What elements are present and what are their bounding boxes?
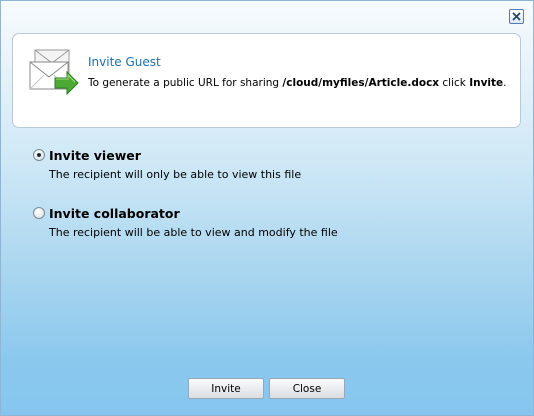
collaborator-radio[interactable] [33, 207, 45, 219]
viewer-title: Invite viewer [49, 148, 141, 163]
viewer-radio[interactable] [33, 149, 45, 161]
dialog-description: To generate a public URL for sharing /cl… [88, 77, 507, 89]
desc-suffix: . [503, 77, 507, 89]
close-x-glyph [512, 12, 521, 21]
close-button[interactable]: Close [269, 378, 345, 399]
collaborator-title: Invite collaborator [49, 206, 180, 221]
viewer-description: The recipient will only be able to view … [49, 168, 302, 181]
file-path: /cloud/myfiles/Article.docx [282, 77, 440, 89]
envelope-forward-icon [29, 49, 79, 96]
desc-middle: click [439, 77, 470, 89]
desc-prefix: To generate a public URL for sharing [88, 77, 283, 89]
close-icon[interactable] [509, 9, 524, 24]
desc-action: Invite [469, 77, 504, 89]
invite-guest-dialog: Invite Guest To generate a public URL fo… [0, 0, 534, 416]
dialog-title: Invite Guest [88, 55, 161, 69]
collaborator-description: The recipient will be able to view and m… [49, 226, 338, 239]
header-panel: Invite Guest To generate a public URL fo… [12, 33, 521, 128]
invite-button[interactable]: Invite [188, 378, 264, 399]
